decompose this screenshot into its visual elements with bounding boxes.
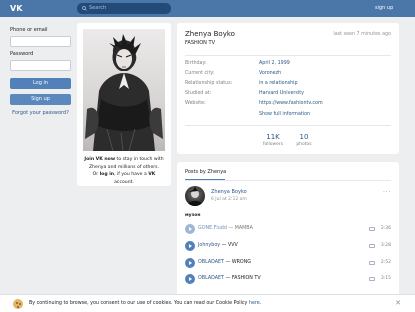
detail-key: Relationship status: [185,81,233,86]
join-line1-rest: to stay in touch with [115,157,164,162]
track-duration: 3:15 [380,276,391,281]
password-field[interactable] [10,60,71,71]
detail-value[interactable]: Harvard University [259,90,304,98]
post-author-name[interactable]: Zhenya Boyko [211,189,247,196]
join-line3-prefix: Or [92,172,100,177]
last-seen: last seen 7 minutes ago [333,32,391,37]
profile-name: Zhenya Boyko [185,30,235,38]
audio-track[interactable]: OBLADAET — WRONG 2:52 [185,257,391,269]
profile-status: FASHION TV [185,40,215,46]
profile-photo-card: Join VK now to stay in touch with Zhenya… [77,23,171,186]
track-title-line: GONE.Fludd — MAMBA [198,225,253,233]
add-track-icon[interactable] [369,244,375,248]
post-text: музон [185,213,201,218]
login-button[interactable]: Log in [10,78,71,89]
track-title-line: OBLADAET — WRONG [198,259,251,267]
join-line3-suffix: account. [114,179,134,185]
play-icon[interactable] [185,274,195,284]
signup-link[interactable]: sign up [375,4,393,12]
login-panel: Phone or email Password Log in Sign up F… [10,27,71,117]
track-separator: — [226,226,235,231]
track-duration: 3:28 [380,243,391,248]
detail-row-studied: Studied at: Harvard University [185,90,391,98]
close-icon[interactable]: ✕ [395,299,401,307]
play-icon[interactable] [185,258,195,268]
join-line2: Zhenya and millions of others. [88,164,160,170]
detail-value[interactable]: https://www.fashiontv.com [259,100,323,108]
add-track-icon[interactable] [369,261,375,265]
post-menu-icon[interactable]: ··· [383,189,391,196]
photos-counter[interactable]: 10 photos [284,133,324,148]
cookie-text: By continuing to browse, you consent to … [29,300,261,308]
photos-caption: photos [296,142,312,147]
detail-row-website: Website: https://www.fashiontv.com [185,100,391,108]
detail-key: Website: [185,101,206,106]
cookie-banner: By continuing to browse, you consent to … [0,294,415,312]
add-track-icon[interactable] [369,277,375,281]
detail-key: Birthday: [185,61,207,66]
track-title-line: Johnyboy — VVV [198,242,238,250]
track-artist[interactable]: GONE.Fludd [198,226,227,231]
detail-value[interactable]: in a relationship [259,80,298,88]
cookie-message: By continuing to browse, you consent to … [29,301,249,306]
detail-row-relationship: Relationship status: in a relationship [185,80,391,88]
track-separator: — [223,260,232,265]
play-icon[interactable] [185,241,195,251]
join-line3-mid: , if you have a [114,172,149,177]
password-label: Password [10,51,34,57]
track-artist[interactable]: OBLADAET [198,260,224,265]
show-full-info-link[interactable]: Show full information [259,111,310,119]
post-date[interactable]: 6 Jul at 2:12 am [211,197,247,203]
track-artist[interactable]: OBLADAET [198,276,224,281]
track-artist[interactable]: Johnyboy [198,243,220,248]
posts-card: Posts by Zhenya Zhenya Boyko 6 Jul at 2:… [177,162,399,312]
search-icon [82,6,87,11]
profile-photo-illustration [85,34,163,151]
detail-key: Current city: [185,71,215,76]
detail-value[interactable]: Voronezh [259,70,281,78]
track-title: VVV [227,243,238,248]
signup-button[interactable]: Sign up [10,94,71,105]
join-vk-bold: VK [148,172,156,177]
top-bar: VK Search sign up [0,0,415,17]
audio-track[interactable]: Johnyboy — VVV 3:28 [185,240,391,252]
audio-track[interactable]: OBLADAET — FASHION TV 3:15 [185,273,391,285]
track-separator: — [223,276,232,281]
avatar-illustration [187,187,203,206]
search-placeholder: Search [89,5,107,11]
search-input[interactable]: Search [77,3,171,14]
detail-value[interactable]: April 2, 1999 [259,60,290,68]
phone-email-field[interactable] [10,36,71,47]
track-separator: — [220,243,228,248]
add-track-icon[interactable] [369,227,375,231]
track-title: FASHION TV [231,276,261,281]
join-now-bold: Join VK now [84,157,116,162]
profile-photo[interactable] [83,29,165,151]
detail-row-city: Current city: Voronezh [185,70,391,78]
phone-label: Phone or email [10,27,48,33]
info-divider [185,55,391,56]
track-title: MAMBA [234,226,253,231]
track-title: WRONG [231,260,252,265]
post-author-avatar[interactable] [185,186,205,206]
detail-row-birthday: Birthday: April 2, 1999 [185,60,391,68]
track-title-line: OBLADAET — FASHION TV [198,275,261,283]
profile-info-card: Zhenya Boyko FASHION TV last seen 7 minu… [177,23,399,154]
play-icon[interactable] [185,224,195,234]
join-invite-text: Join VK now to stay in touch with Zhenya… [83,156,165,186]
cookie-icon [13,299,23,309]
audio-track[interactable]: GONE.Fludd — MAMBA 2:36 [185,223,391,235]
forgot-password-link[interactable]: Forgot your password? [10,110,71,117]
counters-divider [185,125,391,126]
track-duration: 2:36 [380,226,391,231]
posts-divider [185,180,391,181]
photos-count: 10 [299,133,309,141]
cookie-suffix: . [259,301,262,306]
track-duration: 2:52 [380,260,391,265]
posts-tab[interactable]: Posts by Zhenya [185,168,226,176]
vk-logo[interactable]: VK [10,4,25,13]
detail-key: Studied at: [185,91,212,96]
join-login-bold[interactable]: log in [100,172,114,177]
cookie-policy-link[interactable]: here [249,301,260,306]
